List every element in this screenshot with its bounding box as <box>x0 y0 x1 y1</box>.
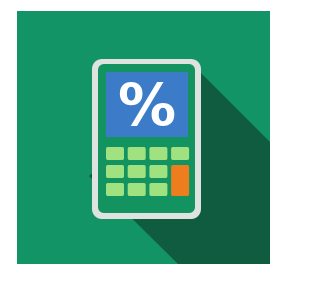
calculator-key <box>149 183 168 196</box>
calculator-key <box>127 183 146 196</box>
calculator-key <box>127 147 146 160</box>
percent-symbol: % <box>118 71 176 139</box>
calculator-key <box>149 147 168 160</box>
equals-key <box>171 165 190 196</box>
calculator-key <box>127 165 146 178</box>
calculator-key <box>149 165 168 178</box>
percentage-calculator-icon[interactable]: % <box>17 11 270 264</box>
calculator-key <box>171 147 190 160</box>
calculator-icon-graphic: % <box>17 11 270 264</box>
calculator-key <box>106 147 124 160</box>
calculator-key <box>106 183 124 196</box>
screenshot-frame: % <box>0 0 283 282</box>
calculator-key <box>106 165 124 178</box>
